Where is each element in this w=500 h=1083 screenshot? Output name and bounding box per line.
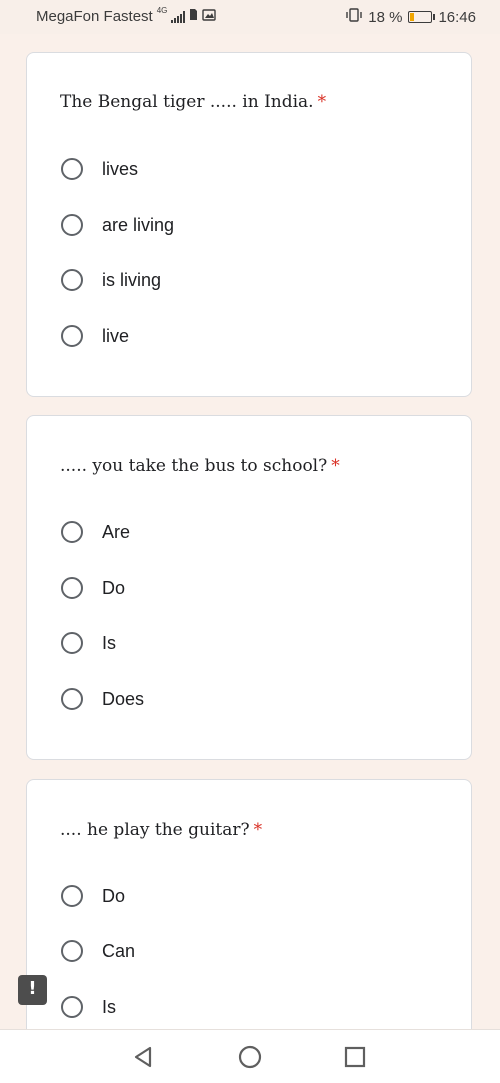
radio-button[interactable]: [61, 325, 83, 347]
option-radio[interactable]: is living: [61, 265, 161, 295]
radio-button[interactable]: [61, 214, 83, 236]
option-label: lives: [102, 158, 139, 179]
required-asterisk: *: [317, 92, 327, 112]
feedback-button[interactable]: !: [18, 975, 47, 1005]
home-icon[interactable]: [237, 1044, 263, 1070]
option-radio[interactable]: Can: [61, 936, 135, 966]
required-asterisk: *: [331, 456, 340, 476]
status-left: MegaFon Fastest 4G: [36, 6, 217, 25]
clock: 16:46: [438, 8, 476, 26]
option-label: live: [102, 325, 130, 346]
option-radio[interactable]: Are: [61, 517, 130, 547]
radio-button[interactable]: [61, 158, 83, 180]
question-text: .... he play the guitar?: [60, 820, 250, 840]
question-card: .... he play the guitar? * Do Can Is: [26, 779, 472, 1069]
status-right: 18 % 16:46: [346, 8, 476, 26]
network-badge: 4G: [156, 6, 168, 15]
option-label: Is: [102, 632, 117, 653]
sim-icon: [189, 8, 198, 25]
feedback-icon: !: [28, 978, 37, 999]
option-radio[interactable]: Is: [61, 628, 116, 658]
radio-button[interactable]: [61, 632, 83, 654]
question-text: The Bengal tiger ..... in India.: [60, 92, 314, 112]
navigation-bar: [0, 1029, 500, 1083]
question-title: The Bengal tiger ..... in India. *: [60, 92, 326, 112]
question-card: ..... you take the bus to school? * Are D…: [26, 415, 472, 760]
question-text: ..... you take the bus to school?: [60, 456, 328, 476]
battery-level: [410, 13, 415, 21]
option-radio[interactable]: live: [61, 321, 129, 351]
battery-icon: [408, 11, 436, 23]
option-label: Is: [102, 996, 117, 1017]
vibrate-icon: [346, 8, 362, 26]
carrier-name: MegaFon Fastest: [36, 8, 153, 25]
required-asterisk: *: [253, 820, 263, 840]
radio-button[interactable]: [61, 269, 83, 291]
radio-button[interactable]: [61, 688, 83, 710]
option-radio[interactable]: are living: [61, 210, 174, 240]
option-label: Do: [102, 577, 126, 598]
question-title: .... he play the guitar? *: [60, 820, 262, 840]
radio-button[interactable]: [61, 996, 83, 1018]
battery-percent: 18 %: [368, 8, 403, 26]
option-label: is living: [102, 269, 162, 290]
recents-icon[interactable]: [342, 1044, 368, 1070]
radio-button[interactable]: [61, 521, 83, 543]
option-radio[interactable]: Do: [61, 573, 125, 603]
question-card: The Bengal tiger ..... in India. * lives …: [26, 52, 472, 397]
option-radio[interactable]: lives: [61, 154, 138, 184]
option-label: Does: [102, 688, 145, 709]
option-label: Do: [102, 885, 126, 906]
question-title: ..... you take the bus to school? *: [60, 456, 340, 476]
option-label: are living: [102, 214, 175, 235]
radio-button[interactable]: [61, 940, 83, 962]
option-label: Are: [102, 521, 131, 542]
option-radio[interactable]: Is: [61, 992, 116, 1022]
back-icon[interactable]: [130, 1044, 156, 1070]
option-radio[interactable]: Does: [61, 684, 144, 714]
signal-icon: [171, 10, 186, 23]
radio-button[interactable]: [61, 885, 83, 907]
option-label: Can: [102, 940, 136, 961]
option-radio[interactable]: Do: [61, 881, 125, 911]
status-bar: MegaFon Fastest 4G 18 % 16:46: [0, 0, 500, 34]
gallery-icon: [202, 8, 217, 25]
radio-button[interactable]: [61, 577, 83, 599]
